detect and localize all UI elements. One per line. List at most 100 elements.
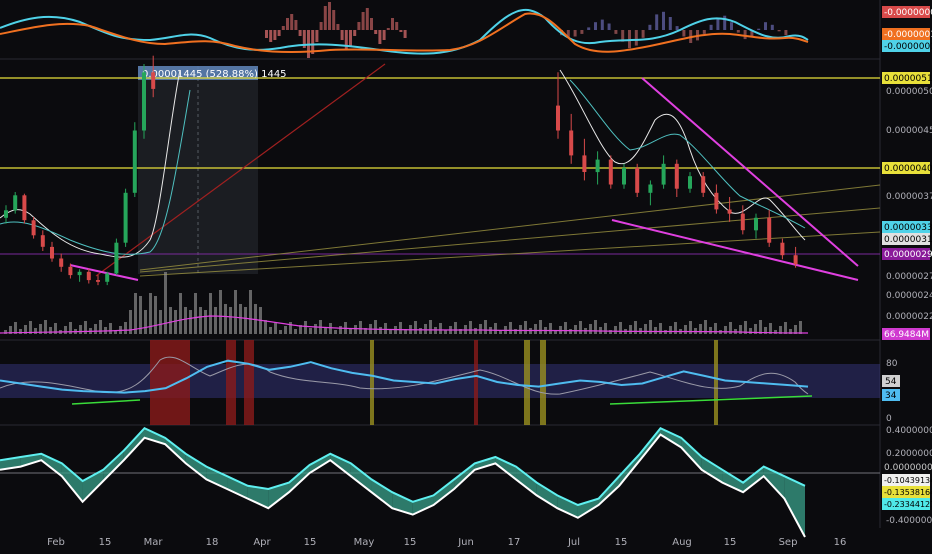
- volume-bar: [424, 324, 427, 334]
- volume-bar: [629, 325, 632, 334]
- volume-bar: [234, 290, 237, 334]
- wavetrend-badge: -0.23344127: [882, 498, 932, 510]
- volume-bar: [374, 320, 377, 334]
- price-tick-label: 0.00000450: [886, 126, 932, 136]
- volume-bar: [644, 324, 647, 334]
- candle-body: [114, 242, 119, 274]
- volume-bar: [149, 293, 152, 334]
- candle-body: [50, 246, 54, 259]
- level-badge-top: 0.00000518: [882, 72, 932, 84]
- candle-body: [68, 266, 73, 276]
- volume-bar: [269, 327, 272, 334]
- svg-text:-0.00000018: -0.00000018: [884, 42, 932, 52]
- candle-body: [793, 255, 798, 265]
- volume-bar: [414, 321, 417, 334]
- svg-text:-0.00000016: -0.00000016: [884, 30, 932, 40]
- volume-bar: [309, 328, 312, 334]
- date-tick-label: 16: [834, 537, 847, 548]
- macd-histogram-bar: [573, 30, 577, 37]
- overbought-zone: [474, 340, 478, 425]
- macd-histogram-bar: [641, 30, 645, 38]
- date-tick-label: 18: [206, 537, 219, 548]
- volume-bar: [359, 321, 362, 334]
- volume-bar: [379, 327, 382, 334]
- trading-chart: 0.00001445 (528.88%) 1445 Feb 15 Mar 18 …: [0, 0, 932, 550]
- svg-text:0.00000317: 0.00000317: [884, 235, 932, 245]
- macd-histogram-bar: [662, 11, 665, 31]
- macd-histogram-bar: [315, 30, 319, 42]
- macd-histogram-bar: [716, 18, 720, 30]
- candle-body: [40, 235, 45, 247]
- macd-histogram-bar: [628, 30, 631, 49]
- volume-bar: [314, 324, 317, 334]
- oversold-zone: [524, 340, 530, 425]
- rsi-badge: 34: [882, 389, 900, 401]
- date-tick-label: 15: [99, 537, 112, 548]
- volume-bar: [569, 329, 572, 334]
- svg-text:0.00000330: 0.00000330: [884, 223, 932, 233]
- volume-bar: [434, 327, 437, 334]
- price-tick-label: 0.00000500: [886, 87, 932, 97]
- volume-bar: [219, 290, 222, 334]
- volume-bar: [784, 322, 787, 334]
- macd-histogram-bar: [764, 22, 767, 30]
- macd-histogram-bar: [594, 22, 597, 30]
- candle-body: [622, 167, 626, 185]
- wavetrend-badge: -0.13538164: [882, 486, 932, 498]
- volume-bar: [94, 324, 97, 334]
- macd-histogram-bar: [286, 18, 289, 30]
- macd-histogram-bar: [770, 24, 774, 30]
- volume-bar: [604, 323, 607, 334]
- svg-text:-0.00000002: -0.00000002: [884, 8, 932, 18]
- overbought-zone: [244, 340, 254, 425]
- volume-bar: [174, 310, 177, 334]
- volume-bar: [439, 323, 442, 334]
- date-tick-label: 15: [304, 537, 317, 548]
- volume-bar: [614, 326, 617, 334]
- volume-bar: [199, 307, 202, 334]
- svg-text:-0.23344127: -0.23344127: [884, 500, 932, 509]
- volume-bar: [64, 326, 67, 334]
- volume-bar: [714, 323, 717, 334]
- overbought-zone: [150, 340, 190, 425]
- macd-histogram-bar: [294, 20, 298, 30]
- volume-bar: [334, 330, 337, 334]
- volume-bar: [709, 327, 712, 334]
- svg-text:0.00000299: 0.00000299: [884, 250, 932, 260]
- candle-body: [608, 159, 613, 185]
- volume-bar: [204, 310, 207, 334]
- volume-bar: [229, 307, 232, 334]
- date-tick-label: Sep: [779, 537, 798, 548]
- svg-text:0.00000518: 0.00000518: [884, 74, 932, 84]
- rsi-tick-label: 80: [886, 359, 898, 369]
- macd-histogram-bar: [386, 28, 390, 30]
- macd-histogram-bar: [648, 24, 652, 30]
- macd-histogram-bar: [361, 12, 365, 30]
- date-tick-label: 15: [404, 537, 417, 548]
- candle-body: [582, 155, 587, 172]
- candle-body: [740, 213, 745, 231]
- volume-bar: [19, 329, 22, 334]
- macd-histogram-bar: [374, 30, 378, 34]
- volume-bar: [469, 321, 472, 334]
- volume-bar: [294, 329, 297, 334]
- macd-histogram-bar: [587, 27, 591, 30]
- macd-histogram-bar: [730, 22, 733, 30]
- macd-histogram-bar: [349, 30, 352, 46]
- macd-histogram-bar: [634, 30, 638, 46]
- macd-histogram-bar: [290, 14, 294, 30]
- date-tick-label: 15: [724, 537, 737, 548]
- macd-histogram-bar: [277, 30, 281, 36]
- wavetrend-tick-label: 0.20000000: [886, 449, 932, 459]
- volume-bar: [684, 325, 687, 334]
- volume-bar: [699, 324, 702, 334]
- candle-body: [105, 273, 110, 282]
- macd-histogram-bar: [777, 30, 781, 32]
- volume-bar: [474, 328, 477, 334]
- date-tick-label: 17: [508, 537, 521, 548]
- candle-body: [59, 258, 64, 267]
- volume-bar: [674, 322, 677, 334]
- macd-histogram-bar: [357, 22, 361, 30]
- volume-bar: [189, 310, 192, 334]
- macd-histogram-bar: [607, 23, 611, 30]
